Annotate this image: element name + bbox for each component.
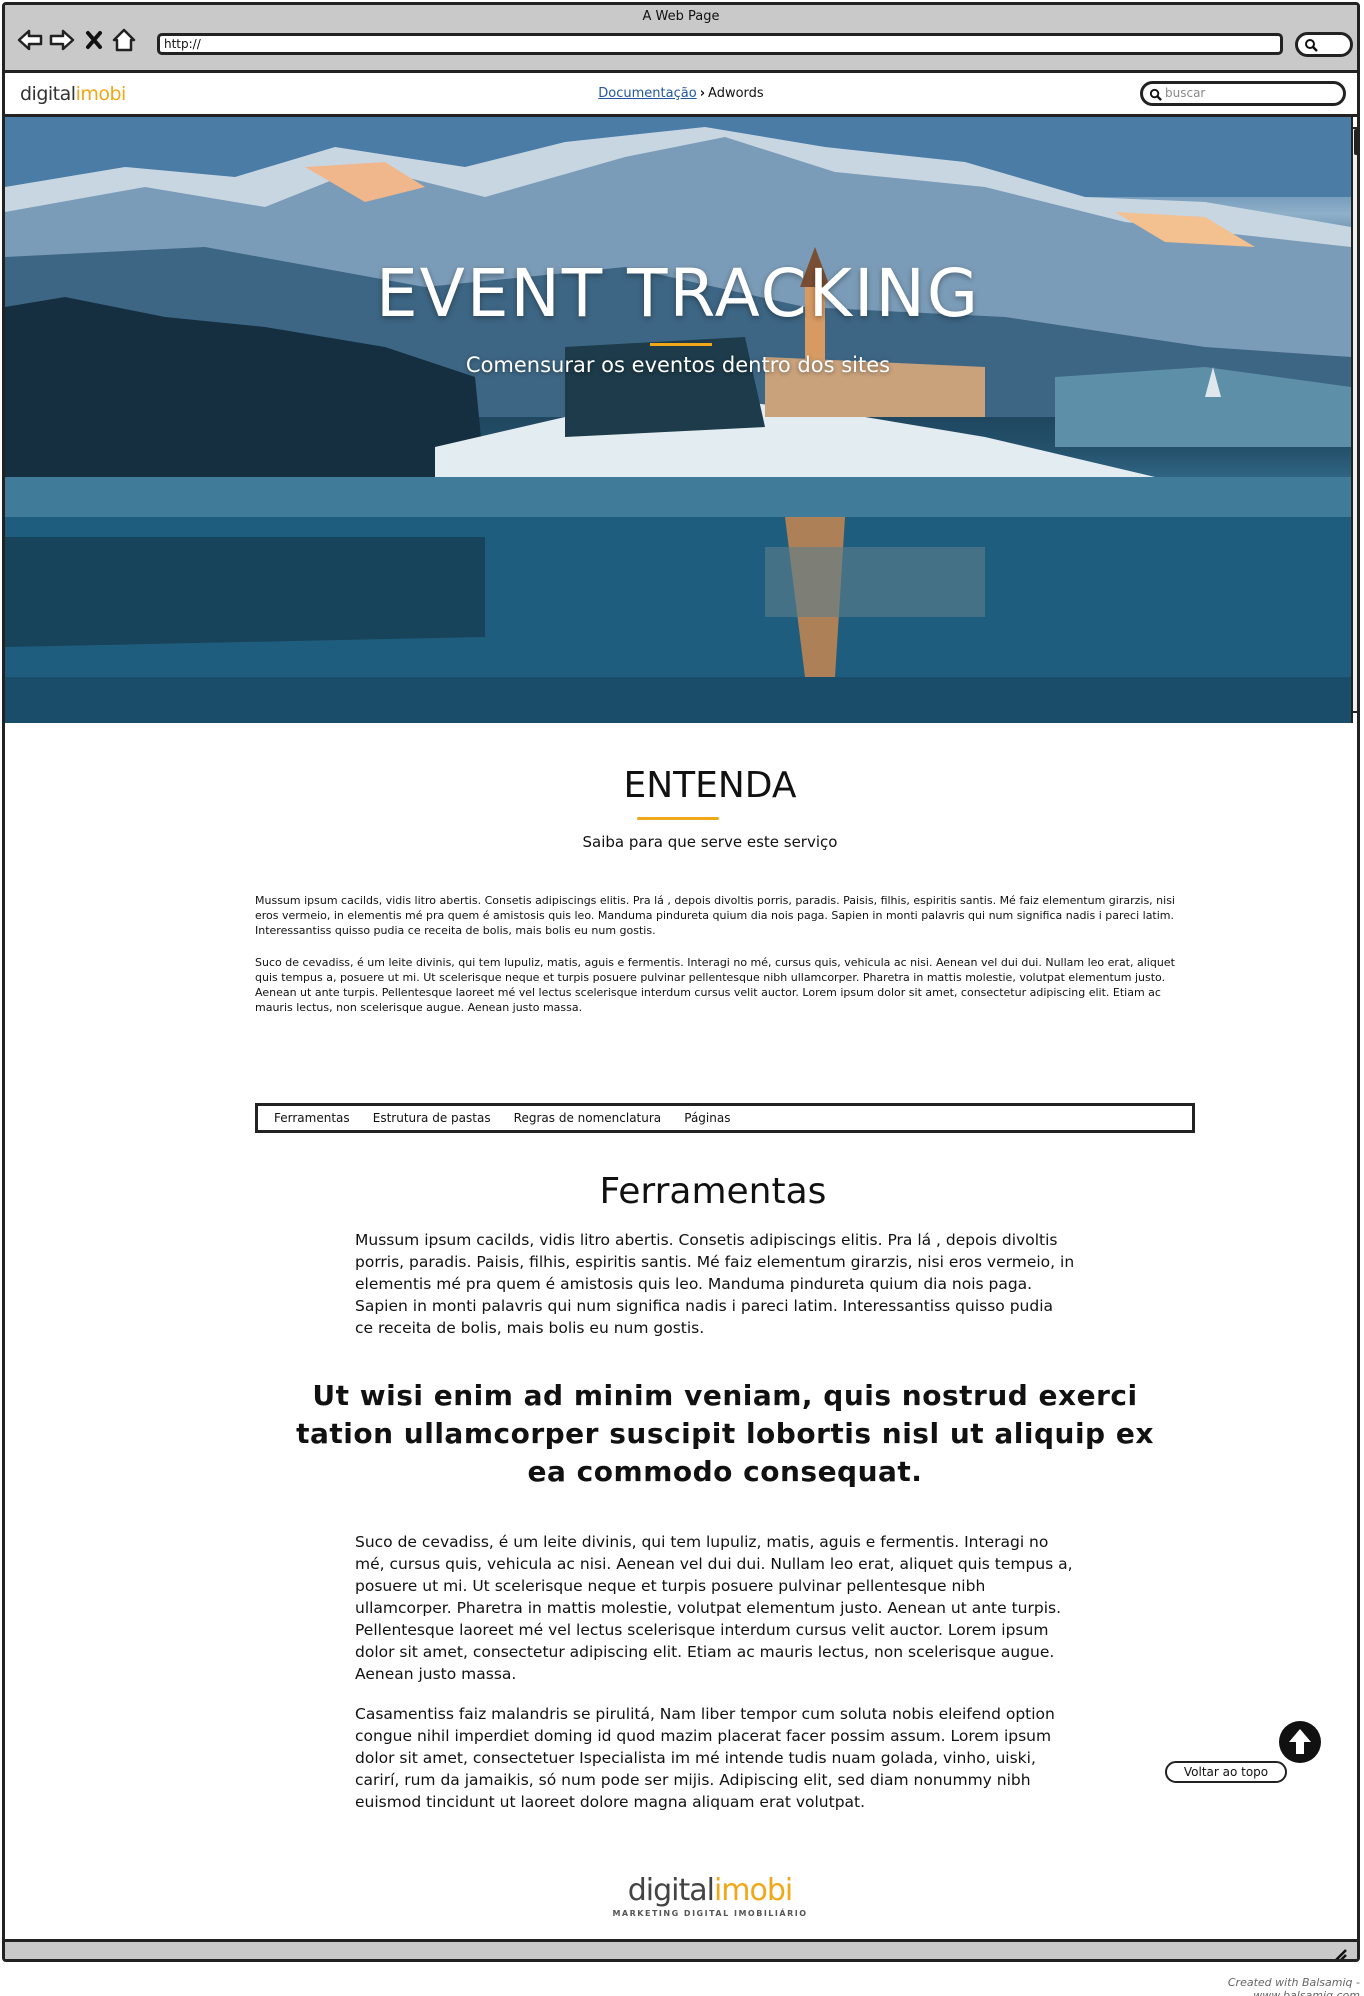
hero-scrollbar[interactable] [1351,117,1357,723]
tab-bar: Ferramentas Estrutura de pastas Regras d… [255,1103,1195,1133]
hero-landscape-image [5,117,1351,723]
hero-subtitle: Comensurar os eventos dentro dos sites [465,353,891,377]
forward-arrow-icon[interactable] [47,25,77,55]
search-placeholder: buscar [1165,86,1206,100]
credit-text: Created with Balsamiq - www.balsamiq.com [1227,1976,1360,1996]
ferramentas-paragraph-2: Suco de cevadiss, é um leite divinis, qu… [355,1533,1073,1683]
entenda-title: ENTENDA [623,765,797,806]
scrollbar-thumb[interactable] [1354,129,1357,155]
hero-title: EVENT TRACKING [375,255,981,332]
ferramentas-title: Ferramentas [599,1171,827,1212]
scroll-down-arrow-icon[interactable] [1353,711,1357,723]
resize-grip-icon[interactable] [1333,1948,1347,1962]
window-title: A Web Page [642,9,720,24]
pull-quote: Ut wisi enim ad minim veniam, quis nostr… [296,1379,1154,1488]
arrow-up-circle-icon [1289,1729,1311,1754]
back-to-top-button[interactable] [1279,1721,1321,1763]
entenda-subtitle: Saiba para que serve este serviço [582,833,838,851]
footer-tagline: MARKETING DIGITAL IMOBILIÁRIO [612,1909,808,1918]
tab-paginas[interactable]: Páginas [684,1106,730,1130]
search-icon [1149,88,1162,101]
browser-window: A Web Page http:// digitalimobi Document… [2,2,1360,1962]
stop-x-icon[interactable] [79,25,109,55]
back-arrow-icon[interactable] [15,25,45,55]
entenda-paragraph-1: Mussum ipsum cacilds, vidis litro aberti… [255,894,1175,937]
footer-logo: digitalimobi [627,1873,794,1908]
hero-banner: EVENT TRACKING Comensurar os eventos den… [5,117,1351,723]
chevron-right-icon: › [699,86,706,101]
browser-titlebar: A Web Page http:// [5,5,1357,73]
browser-search-button[interactable] [1295,32,1353,57]
tab-regras-de-nomenclatura[interactable]: Regras de nomenclatura [514,1106,661,1130]
home-icon[interactable] [109,25,139,55]
breadcrumb-current: Adwords [708,86,764,101]
tab-estrutura-de-pastas[interactable]: Estrutura de pastas [373,1106,491,1130]
site-header: digitalimobi Documentação › Adwords buscar [5,73,1357,117]
address-bar[interactable]: http:// [157,33,1283,55]
site-search-input[interactable]: buscar [1140,81,1346,106]
entenda-underline [637,817,719,820]
scroll-up-arrow-icon[interactable] [1353,117,1357,129]
ferramentas-paragraph-1: Mussum ipsum cacilds, vidis litro aberti… [355,1231,1075,1337]
breadcrumb-link-documentacao[interactable]: Documentação [598,86,696,101]
back-to-top-tooltip: Voltar ao topo [1165,1761,1287,1783]
hero-title-underline [650,343,712,346]
search-icon [1305,39,1318,52]
entenda-paragraph-2: Suco de cevadiss, é um leite divinis, qu… [255,956,1175,1014]
browser-statusbar [5,1939,1357,1962]
tab-ferramentas[interactable]: Ferramentas [274,1106,350,1130]
ferramentas-paragraph-3: Casamentiss faiz malandris se pirulitá, … [355,1705,1055,1811]
